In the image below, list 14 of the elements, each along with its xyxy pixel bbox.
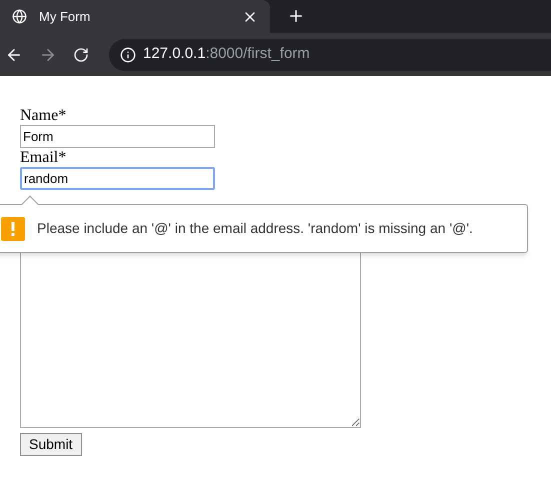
address-bar[interactable]: 127.0.0.1:8000/first_form xyxy=(109,38,551,70)
tooltip-message: Please include an '@' in the email address. 'random' is missing an '@'. xyxy=(37,219,473,238)
url-text: 127.0.0.1:8000/first_form xyxy=(143,44,310,64)
text-field[interactable]: random xyxy=(20,167,215,190)
info-icon xyxy=(120,46,136,62)
reload-icon[interactable] xyxy=(73,46,89,62)
new-tab-icon[interactable] xyxy=(287,7,305,25)
browser-tab[interactable]: My Form xyxy=(0,0,270,33)
field-label: Email* xyxy=(20,148,66,167)
text-field[interactable]: Form xyxy=(20,125,215,148)
globe-icon xyxy=(12,9,27,24)
submit-button[interactable]: Submit xyxy=(20,433,82,456)
field-label: Name* xyxy=(20,106,66,125)
tab-title: My Form xyxy=(39,8,92,26)
